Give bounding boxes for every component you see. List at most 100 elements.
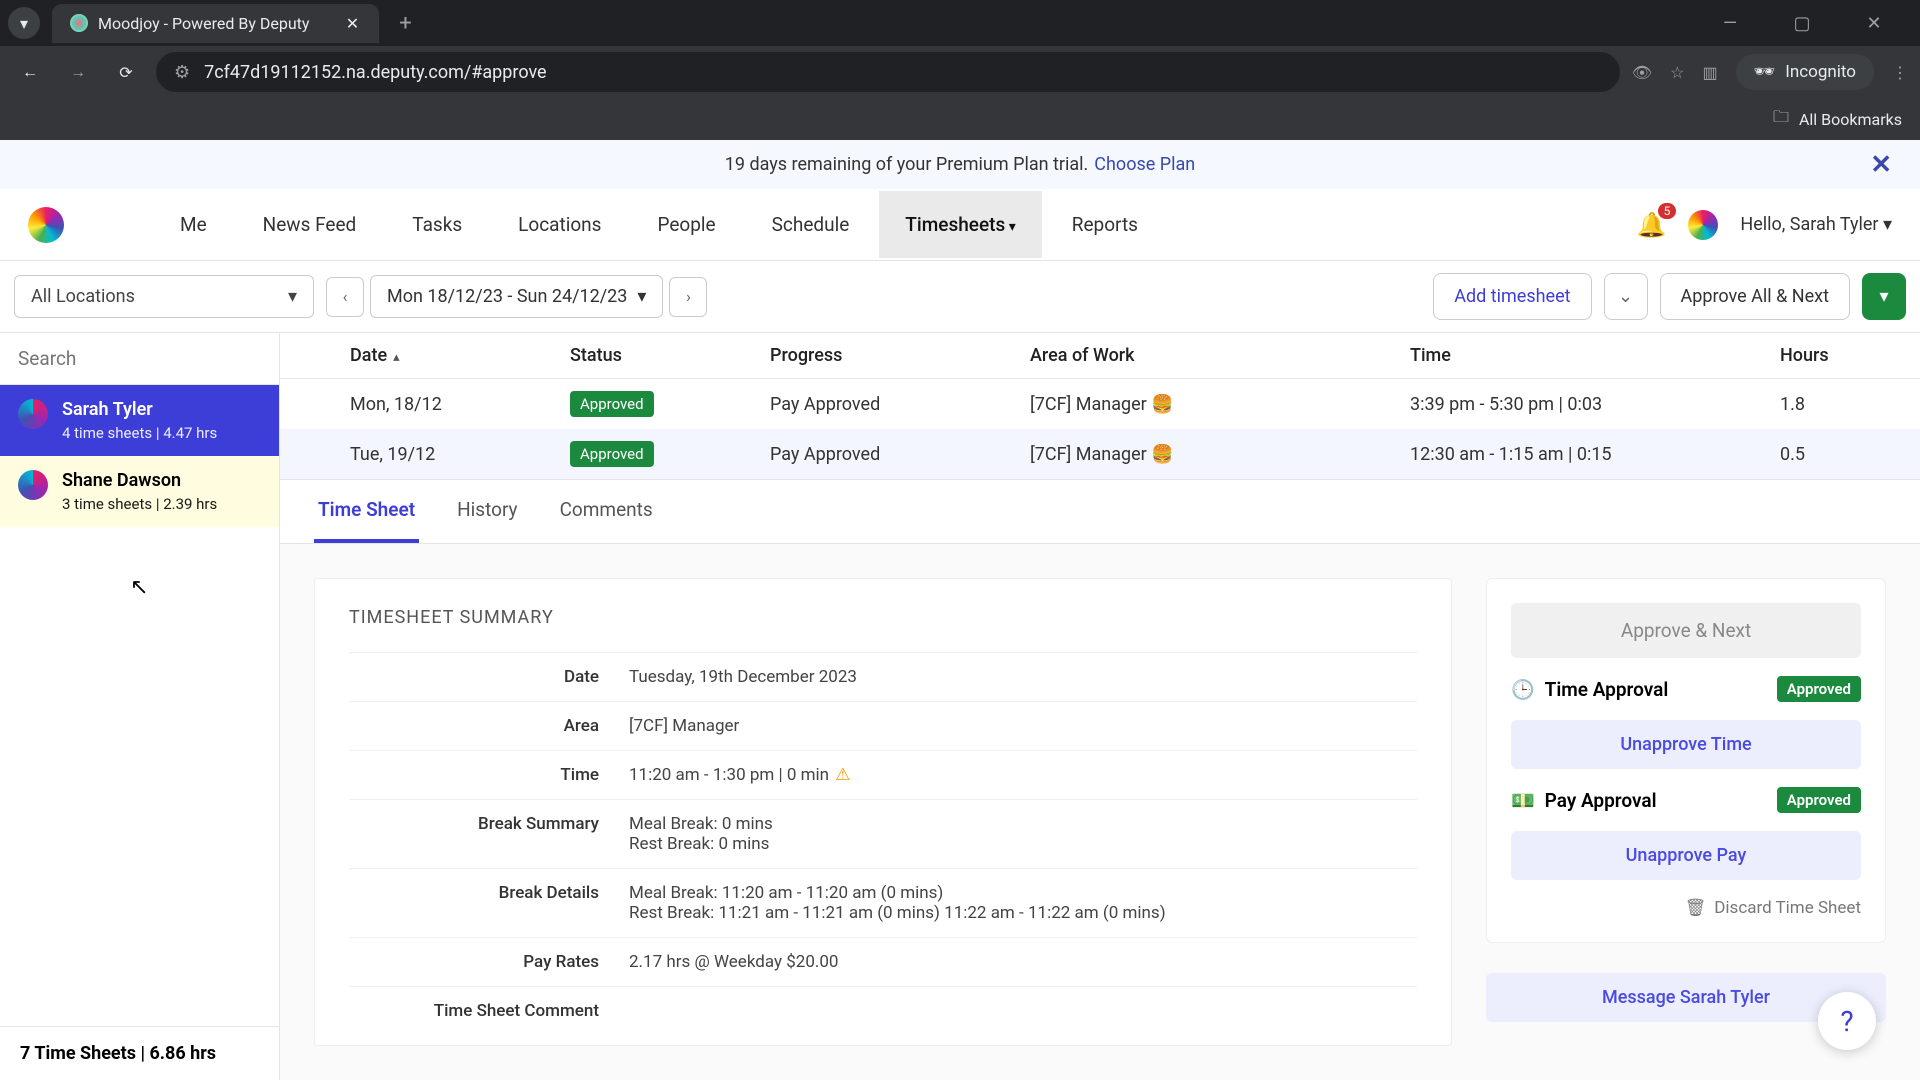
col-date[interactable]: Date▴ [340,333,560,378]
notifications-button[interactable]: 🔔 5 [1637,211,1667,239]
person-meta: 3 time sheets | 2.39 hrs [62,495,217,513]
label-break-summary: Break Summary [349,814,629,854]
minimize-button[interactable]: — [1710,13,1750,34]
window-controls: — ▢ ✕ [1710,13,1912,34]
table-row[interactable]: Mon, 18/12 Approved Pay Approved [7CF] M… [280,379,1920,429]
chevron-down-icon: ▾ [637,286,646,307]
chevron-down-icon: ▾ [288,286,297,307]
nav-reports[interactable]: Reports [1046,191,1164,258]
next-week-button[interactable]: › [669,277,707,317]
approve-all-dropdown[interactable]: ▾ [1862,273,1906,320]
new-tab-button[interactable]: + [389,7,421,39]
all-bookmarks-link[interactable]: All Bookmarks [1799,110,1902,129]
pay-approval-label: Pay Approval [1545,789,1657,812]
browser-tab[interactable]: Moodjoy - Powered By Deputy ✕ [52,4,379,43]
close-icon[interactable]: ✕ [343,14,361,32]
col-hours[interactable]: Hours [1770,333,1890,378]
date-range-picker[interactable]: Mon 18/12/23 - Sun 24/12/23 ▾ [370,275,663,318]
reload-button[interactable]: ⟳ [108,54,144,90]
approve-all-button[interactable]: Approve All & Next [1660,273,1850,320]
status-badge: Approved [570,441,654,467]
label-break-details: Break Details [349,883,629,923]
person-name: Shane Dawson [62,470,217,491]
value-break-summary: Meal Break: 0 mins Rest Break: 0 mins [629,814,1417,854]
label-date: Date [349,667,629,687]
cell-area: [7CF] Manager 🍔 [1020,432,1400,477]
person-item-shane[interactable]: Shane Dawson 3 time sheets | 2.39 hrs [0,456,279,527]
user-greeting[interactable]: Hello, Sarah Tyler ▾ [1740,214,1892,235]
trial-text: 19 days remaining of your Premium Plan t… [725,154,1089,175]
timesheet-table: Date▴ Status Progress Area of Work Time … [280,333,1920,480]
trial-banner: 19 days remaining of your Premium Plan t… [0,140,1920,189]
person-meta: 4 time sheets | 4.47 hrs [62,424,217,442]
browser-toolbar: ← → ⟳ ⚙ 7cf47d19112152.na.deputy.com/#ap… [0,46,1920,98]
status-badge: Approved [1777,676,1861,702]
nav-schedule[interactable]: Schedule [746,191,876,258]
col-progress[interactable]: Progress [760,333,1020,378]
browser-menu-button[interactable]: ⋮ [1892,63,1908,82]
location-select[interactable]: All Locations ▾ [14,275,314,318]
favicon-icon [70,14,88,32]
cell-progress: Pay Approved [760,432,1020,477]
avatar-icon [18,399,48,429]
visibility-icon[interactable]: 👁 [1632,63,1652,82]
unapprove-pay-button[interactable]: Unapprove Pay [1511,831,1861,880]
side-panel-icon[interactable]: ▥ [1703,63,1718,82]
avatar-icon [18,470,48,500]
value-time: 11:20 am - 1:30 pm | 0 min⚠ [629,765,1417,785]
sidebar-total: 7 Time Sheets | 6.86 hrs [0,1026,279,1080]
cell-progress: Pay Approved [760,382,1020,427]
help-button[interactable]: ? [1818,992,1876,1050]
col-time[interactable]: Time [1400,333,1770,378]
choose-plan-link[interactable]: Choose Plan [1094,154,1195,175]
table-row[interactable]: Tue, 19/12 Approved Pay Approved [7CF] M… [280,429,1920,479]
nav-people[interactable]: People [631,191,741,258]
add-timesheet-dropdown[interactable]: ⌄ [1604,273,1648,320]
tab-history[interactable]: History [453,480,521,543]
main-nav: Me News Feed Tasks Locations People Sche… [154,191,1164,258]
clock-icon: 🕒 [1511,678,1535,701]
approve-next-button[interactable]: Approve & Next [1511,603,1861,658]
forward-button[interactable]: → [60,54,96,90]
label-time: Time [349,765,629,785]
search-input[interactable] [18,347,261,370]
nav-me[interactable]: Me [154,191,233,258]
timesheet-summary-card: TIMESHEET SUMMARY Date Tuesday, 19th Dec… [314,578,1452,1046]
unapprove-time-button[interactable]: Unapprove Time [1511,720,1861,769]
nav-tasks[interactable]: Tasks [386,191,488,258]
col-area[interactable]: Area of Work [1020,333,1400,378]
label-pay-rates: Pay Rates [349,952,629,972]
bookmark-star-icon[interactable]: ☆ [1670,63,1684,82]
value-break-details: Meal Break: 11:20 am - 11:20 am (0 mins)… [629,883,1417,923]
cell-time: 12:30 am - 1:15 am | 0:15 [1400,432,1770,477]
cell-date: Tue, 19/12 [340,432,560,477]
maximize-button[interactable]: ▢ [1782,13,1822,34]
close-window-button[interactable]: ✕ [1854,13,1894,34]
approval-card: Approve & Next 🕒Time Approval Approved U… [1486,578,1886,943]
tab-search-button[interactable]: ▾ [8,7,40,39]
close-icon[interactable]: ✕ [1870,150,1892,180]
prev-week-button[interactable]: ‹ [326,277,364,317]
money-icon: 💵 [1511,789,1535,812]
value-pay-rates: 2.17 hrs @ Weekday $20.00 [629,952,1417,972]
person-item-sarah[interactable]: Sarah Tyler 4 time sheets | 4.47 hrs [0,385,279,456]
address-bar[interactable]: ⚙ 7cf47d19112152.na.deputy.com/#approve [156,52,1620,92]
tab-timesheet[interactable]: Time Sheet [314,480,419,543]
deputy-logo-icon[interactable] [28,207,64,243]
site-settings-icon[interactable]: ⚙ [174,62,190,83]
discard-timesheet-link[interactable]: 🗑 Discard Time Sheet [1511,898,1861,918]
tab-comments[interactable]: Comments [556,480,657,543]
back-button[interactable]: ← [12,54,48,90]
trash-icon: 🗑 [1685,898,1707,918]
nav-locations[interactable]: Locations [492,191,627,258]
url-text: 7cf47d19112152.na.deputy.com/#approve [204,62,546,83]
col-status[interactable]: Status [560,333,760,378]
status-badge: Approved [570,391,654,417]
filter-bar: All Locations ▾ ‹ Mon 18/12/23 - Sun 24/… [0,261,1920,333]
nav-timesheets[interactable]: Timesheets [879,191,1041,258]
tab-strip: ▾ Moodjoy - Powered By Deputy ✕ + — ▢ ✕ [0,0,1920,46]
avatar-icon[interactable] [1688,210,1718,240]
nav-newsfeed[interactable]: News Feed [237,191,383,258]
add-timesheet-button[interactable]: Add timesheet [1433,273,1591,320]
incognito-badge[interactable]: 🕶 Incognito [1736,54,1874,90]
